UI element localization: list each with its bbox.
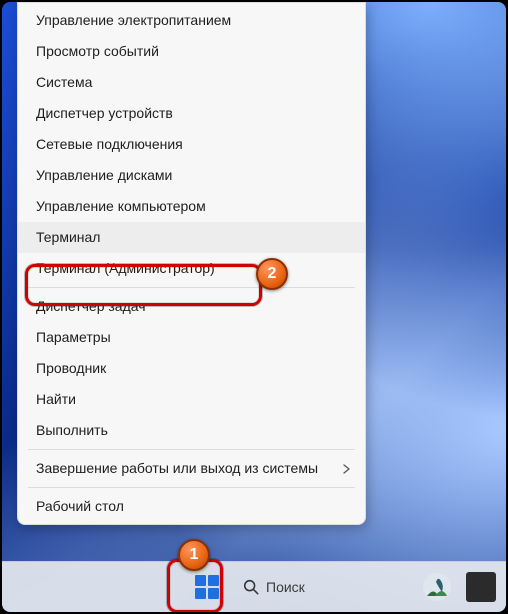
search-icon — [242, 578, 260, 596]
tray-pinned-app-icon[interactable] — [422, 572, 452, 602]
screenshot-frame: Управление электропитанием Просмотр собы… — [0, 0, 508, 614]
menu-separator — [28, 487, 355, 488]
chevron-right-icon — [341, 463, 353, 475]
taskbar-tray — [422, 562, 496, 612]
taskbar-search[interactable]: Поиск — [242, 578, 322, 596]
winx-item-disk-management[interactable]: Управление дисками — [18, 160, 365, 191]
menu-item-label: Диспетчер задач — [36, 298, 146, 314]
menu-item-label: Терминал (Администратор) — [36, 260, 215, 276]
menu-separator — [28, 287, 355, 288]
menu-item-label: Просмотр событий — [36, 43, 159, 59]
menu-separator — [28, 449, 355, 450]
winx-item-system[interactable]: Система — [18, 67, 365, 98]
winx-item-computer-management[interactable]: Управление компьютером — [18, 191, 365, 222]
taskbar: Поиск — [2, 561, 506, 612]
tray-app-icon[interactable] — [466, 572, 496, 602]
menu-item-label: Управление электропитанием — [36, 12, 231, 28]
winx-item-settings[interactable]: Параметры — [18, 322, 365, 353]
menu-item-label: Управление компьютером — [36, 198, 206, 214]
winx-item-task-manager[interactable]: Диспетчер задач — [18, 291, 365, 322]
windows-logo-icon — [194, 574, 220, 600]
winx-item-explorer[interactable]: Проводник — [18, 353, 365, 384]
menu-item-label: Рабочий стол — [36, 498, 124, 514]
menu-item-label: Найти — [36, 391, 76, 407]
winx-context-menu: Управление электропитанием Просмотр собы… — [17, 2, 366, 525]
menu-item-label: Диспетчер устройств — [36, 105, 173, 121]
winx-item-run[interactable]: Выполнить — [18, 415, 365, 446]
winx-item-shutdown-signout[interactable]: Завершение работы или выход из системы — [18, 453, 365, 484]
menu-item-label: Управление дисками — [36, 167, 172, 183]
winx-item-event-viewer[interactable]: Просмотр событий — [18, 36, 365, 67]
menu-item-label: Параметры — [36, 329, 111, 345]
menu-item-label: Выполнить — [36, 422, 108, 438]
winx-item-terminal[interactable]: Терминал — [18, 222, 365, 253]
winx-item-desktop[interactable]: Рабочий стол — [18, 491, 365, 522]
menu-item-label: Завершение работы или выход из системы — [36, 460, 318, 476]
winx-item-search[interactable]: Найти — [18, 384, 365, 415]
winx-item-terminal-admin[interactable]: Терминал (Администратор) — [18, 253, 365, 284]
winx-item-network-connections[interactable]: Сетевые подключения — [18, 129, 365, 160]
winx-item-device-manager[interactable]: Диспетчер устройств — [18, 98, 365, 129]
winx-item-power-management[interactable]: Управление электропитанием — [18, 5, 365, 36]
start-button[interactable] — [186, 566, 228, 608]
menu-item-label: Проводник — [36, 360, 106, 376]
menu-item-label: Терминал — [36, 229, 100, 245]
menu-item-label: Сетевые подключения — [36, 136, 183, 152]
search-label: Поиск — [266, 579, 305, 595]
menu-item-label: Система — [36, 74, 92, 90]
